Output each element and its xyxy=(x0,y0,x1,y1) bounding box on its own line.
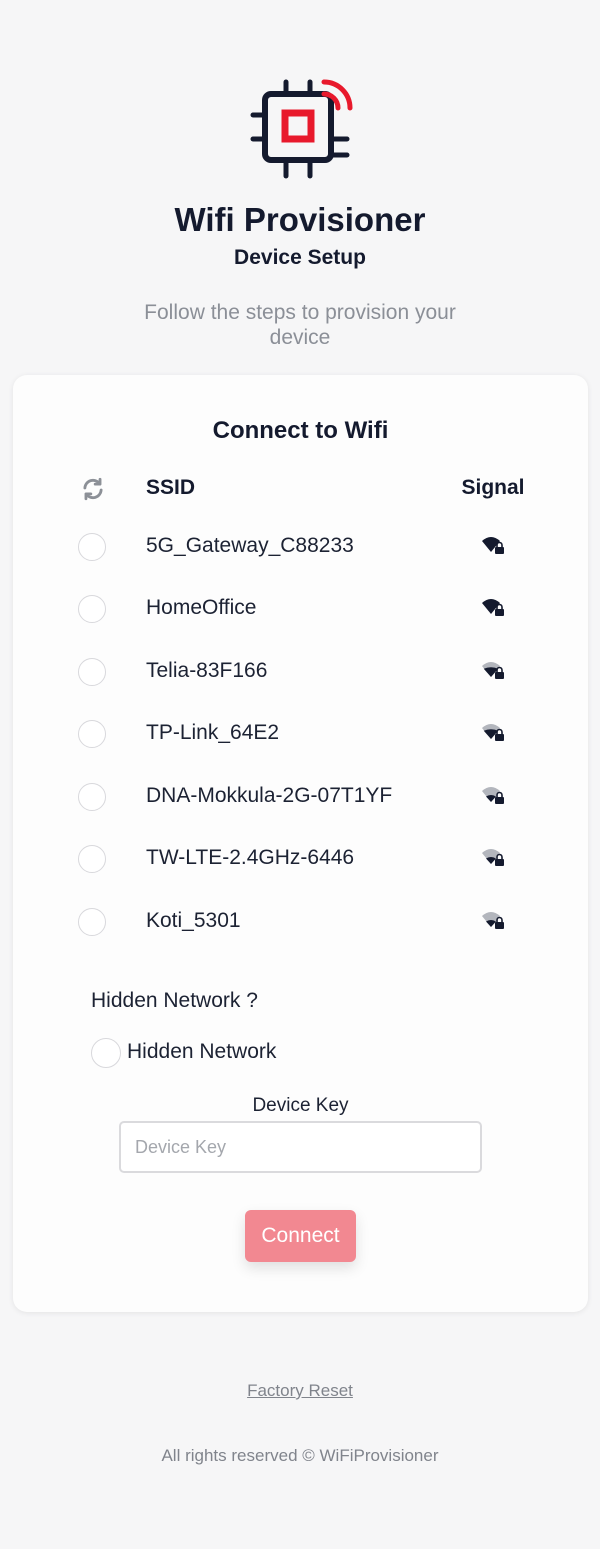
network-ssid: 5G_Gateway_C88233 xyxy=(146,534,354,557)
network-row[interactable]: Koti_5301 xyxy=(73,900,543,950)
connect-button[interactable]: Connect xyxy=(245,1210,356,1262)
network-ssid: TP-Link_64E2 xyxy=(146,721,280,744)
network-ssid: HomeOffice xyxy=(146,596,257,619)
network-row[interactable]: TW-LTE-2.4GHz-6446 xyxy=(73,837,543,887)
network-ssid: Telia-83F166 xyxy=(146,659,268,682)
network-radio[interactable] xyxy=(78,845,106,873)
network-row[interactable]: TP-Link_64E2 xyxy=(73,712,543,762)
factory-reset-link[interactable]: Factory Reset xyxy=(0,1381,600,1401)
connect-card: Connect to Wifi SSID Signal 5G_Gateway_C… xyxy=(13,375,588,1312)
device-key-input[interactable] xyxy=(119,1121,482,1173)
wifi-lock-icon xyxy=(482,849,504,866)
network-radio[interactable] xyxy=(78,533,106,561)
refresh-icon[interactable] xyxy=(80,476,106,502)
network-radio[interactable] xyxy=(78,595,106,623)
wifi-lock-icon xyxy=(482,787,504,804)
network-ssid: DNA-Mokkula-2G-07T1YF xyxy=(146,784,393,807)
network-row[interactable]: 5G_Gateway_C88233 xyxy=(73,525,543,575)
network-radio[interactable] xyxy=(78,658,106,686)
wifi-lock-icon xyxy=(482,912,504,929)
wifi-lock-icon xyxy=(482,537,504,554)
app-subtitle: Device Setup xyxy=(234,246,366,269)
app-title: Wifi Provisioner xyxy=(174,201,426,238)
hidden-network-label[interactable]: Hidden Network xyxy=(127,1040,276,1064)
network-ssid: TW-LTE-2.4GHz-6446 xyxy=(146,846,355,869)
copyright-text: All rights reserved © WiFiProvisioner xyxy=(161,1446,439,1465)
chip-wifi-logo-icon xyxy=(250,79,353,179)
wifi-lock-icon xyxy=(482,662,504,679)
card-title: Connect to Wifi xyxy=(212,417,389,444)
hidden-network-radio[interactable] xyxy=(91,1038,121,1068)
wifi-lock-icon xyxy=(482,724,504,741)
device-key-label: Device Key xyxy=(252,1095,349,1116)
instructions-text: Follow the steps to provision your devic… xyxy=(144,301,456,349)
network-row[interactable]: Telia-83F166 xyxy=(73,650,543,700)
network-row[interactable]: DNA-Mokkula-2G-07T1YF xyxy=(73,775,543,825)
network-row[interactable]: HomeOffice xyxy=(73,587,543,637)
network-ssid: Koti_5301 xyxy=(146,909,241,932)
network-radio[interactable] xyxy=(78,783,106,811)
network-radio[interactable] xyxy=(78,720,106,748)
network-radio[interactable] xyxy=(78,908,106,936)
wifi-lock-icon xyxy=(482,599,504,616)
hidden-network-question: Hidden Network ? xyxy=(91,989,258,1012)
signal-column-header: Signal xyxy=(461,476,525,499)
ssid-column-header: SSID xyxy=(146,476,196,499)
